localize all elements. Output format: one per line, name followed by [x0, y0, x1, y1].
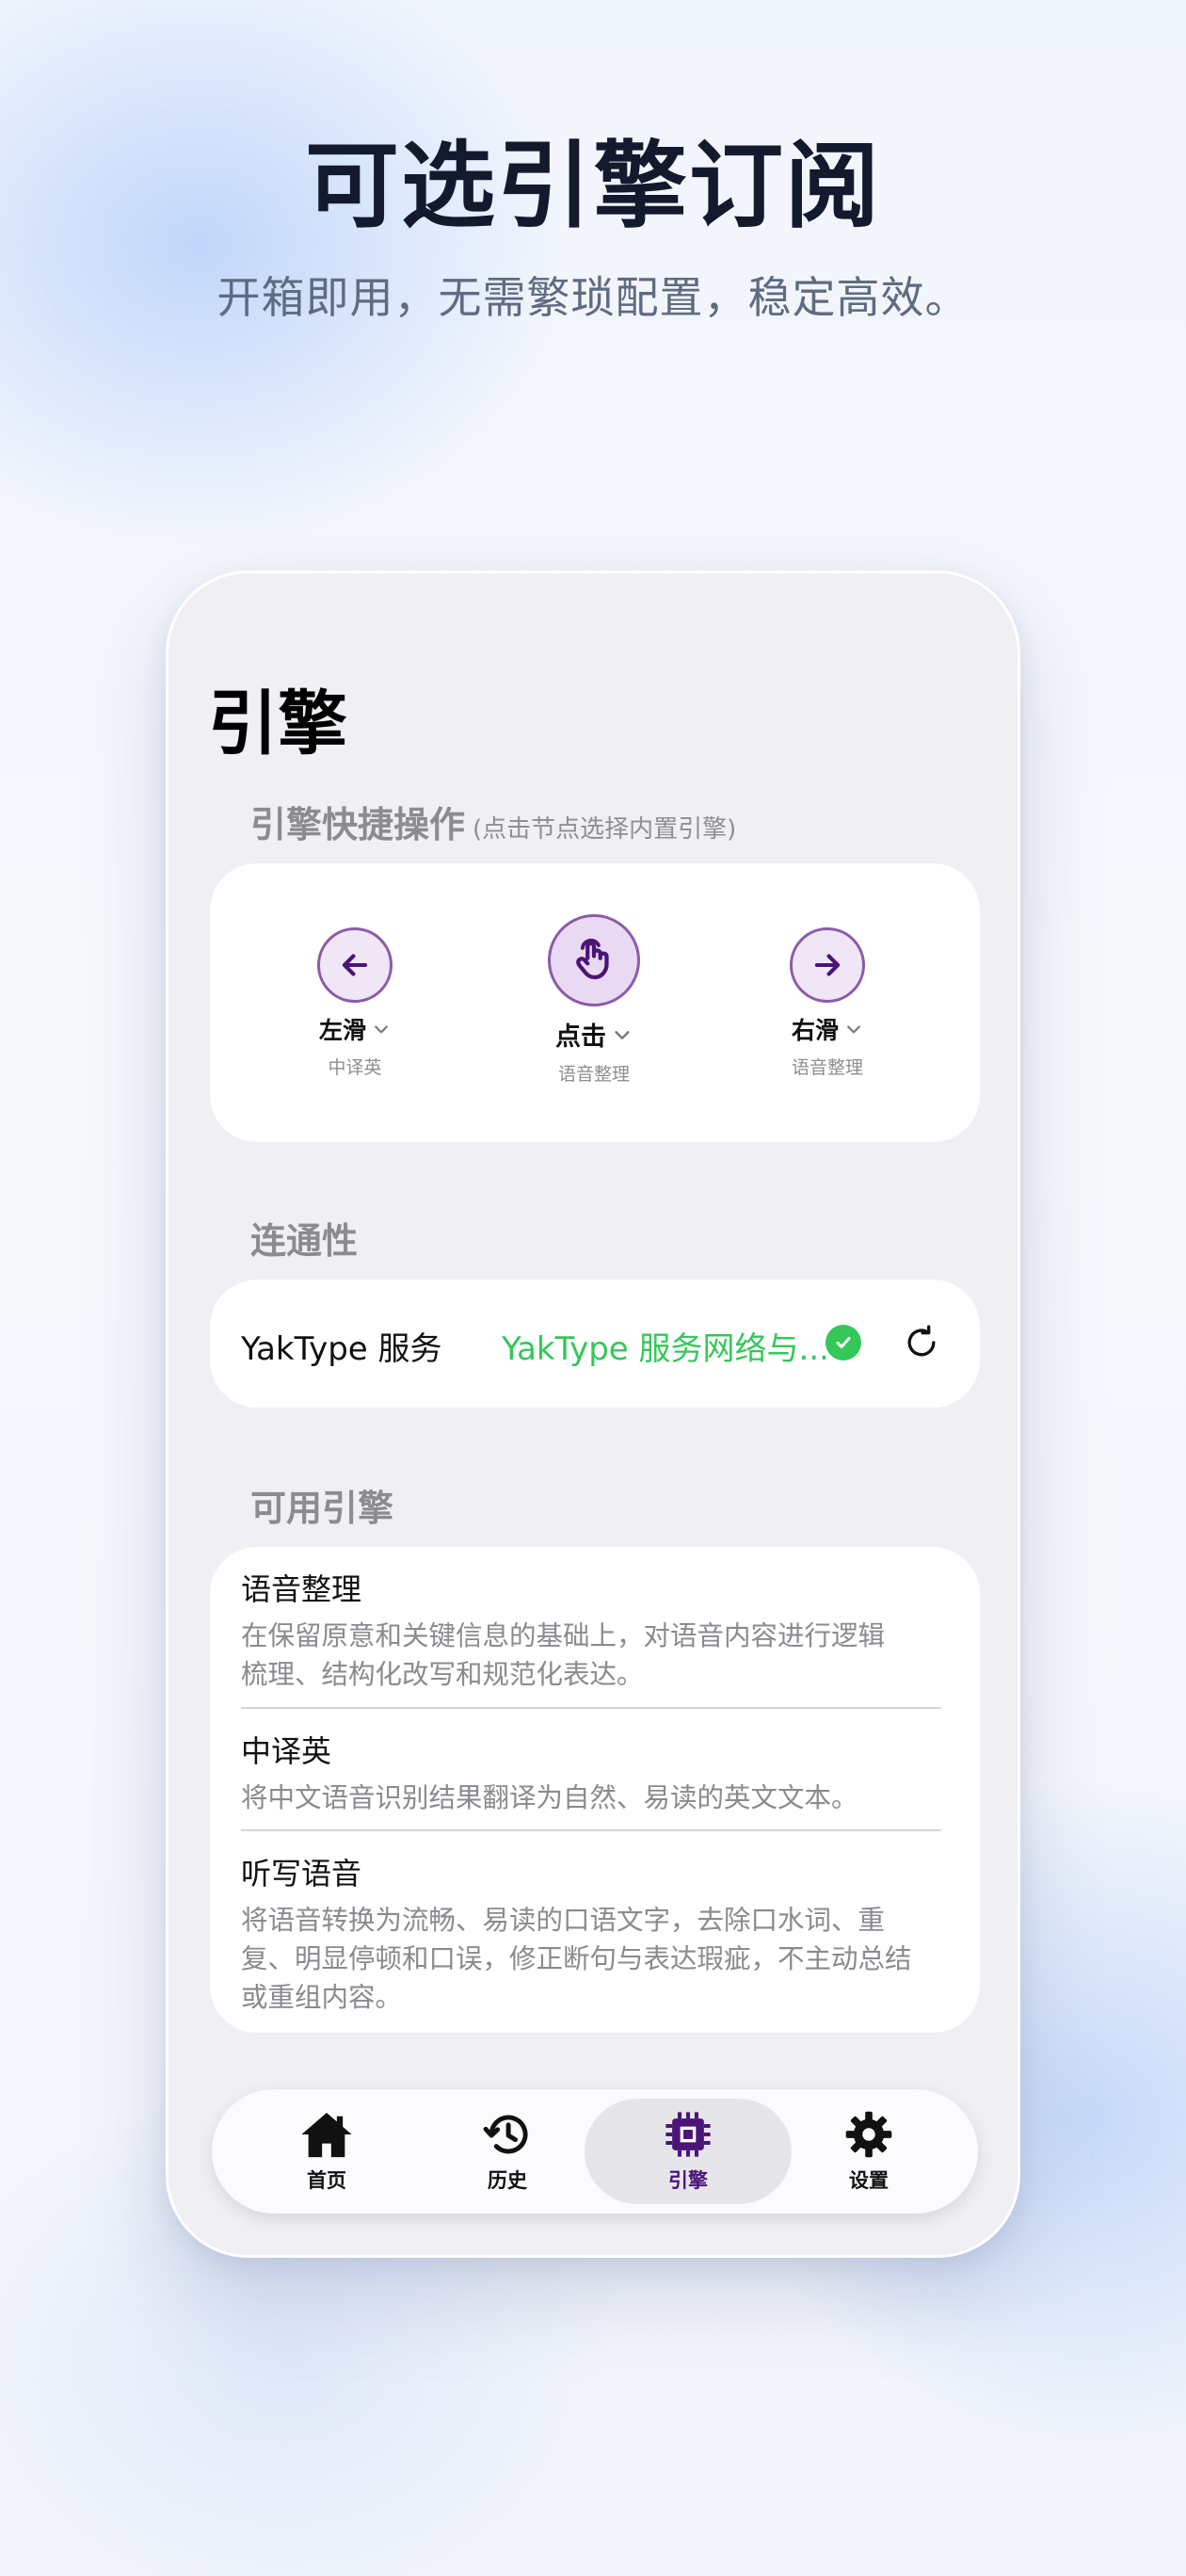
gesture-swipe-right[interactable]: 右滑 语音整理 [724, 927, 931, 1079]
engine-item[interactable]: 听写语音 将语音转换为流畅、易读的口语文字，去除口水词、重 复、明显停顿和口误，… [241, 1850, 956, 2017]
promo-subhead: 开箱即用，无需繁琐配置，稳定高效。 [216, 272, 970, 323]
tab-engine[interactable]: 引擎 [585, 2099, 792, 2204]
gesture-name-row: 左滑 [251, 1012, 458, 1046]
refresh-icon[interactable] [901, 1322, 942, 1363]
engine-description-line: 将语音转换为流畅、易读的口语文字，去除口水词、重 [241, 1905, 886, 1936]
tab-label: 首页 [307, 2169, 346, 2192]
gesture-tap[interactable]: 点击 语音整理 [490, 914, 697, 1086]
engine-description-line: 在保留原意和关键信息的基础上，对语音内容进行逻辑 [241, 1620, 886, 1651]
gestures-card: 左滑 中译英 点击 语音整理 右滑 语音整理 [210, 863, 980, 1142]
gesture-name: 右滑 [791, 1017, 839, 1044]
arrow-right-icon [790, 927, 865, 1003]
tab-label: 引擎 [668, 2169, 708, 2192]
service-name: YakType 服务 [241, 1330, 442, 1368]
gesture-name: 左滑 [318, 1017, 366, 1044]
connectivity-card: YakType 服务 YakType 服务网络与... [210, 1280, 980, 1408]
engine-description-line: 梳理、结构化改写和规范化表达。 [241, 1659, 644, 1690]
tap-hand-icon [548, 914, 640, 1006]
engine-name: 听写语音 [241, 1856, 362, 1892]
engine-item[interactable]: 中译英 将中文语音识别结果翻译为自然、易读的英文文本。 [241, 1728, 956, 1817]
divider [241, 1707, 941, 1709]
engine-description: 在保留原意和关键信息的基础上，对语音内容进行逻辑 梳理、结构化改写和规范化表达。 [241, 1617, 956, 1694]
tab-bar: 首页 历史 引擎 设置 [212, 2089, 978, 2214]
engines-card: 语音整理 在保留原意和关键信息的基础上，对语音内容进行逻辑 梳理、结构化改写和规… [210, 1547, 980, 2033]
arrow-left-icon [317, 927, 393, 1003]
tab-settings[interactable]: 设置 [765, 2099, 972, 2204]
gesture-name-row: 点击 [490, 1016, 697, 1053]
gesture-engine: 语音整理 [791, 1057, 863, 1078]
gesture-name-row: 右滑 [724, 1012, 931, 1046]
phone-frame: 引擎 引擎快捷操作 (点击节点选择内置引擎) 左滑 中译英 点击 语音整理 右滑… [166, 571, 1020, 2258]
tab-home[interactable]: 首页 [223, 2099, 430, 2204]
engine-description-line: 复、明显停顿和口误，修正断句与表达瑕疵，不主动总结 [241, 1943, 912, 1974]
divider [241, 1829, 941, 1831]
home-icon [301, 2113, 352, 2158]
gestures-section-title: 引擎快捷操作 (点击节点选择内置引擎) [250, 796, 736, 847]
gesture-swipe-left[interactable]: 左滑 中译英 [251, 927, 458, 1079]
connectivity-section-title: 连通性 [250, 1220, 359, 1262]
service-status: YakType 服务网络与... [502, 1330, 829, 1368]
gear-icon [845, 2111, 892, 2158]
chip-icon [665, 2112, 711, 2157]
engine-description: 将中文语音识别结果翻译为自然、易读的英文文本。 [241, 1779, 956, 1817]
engines-section-title: 可用引擎 [250, 1488, 394, 1529]
gesture-name: 点击 [555, 1022, 606, 1052]
chevron-down-icon [615, 1030, 630, 1039]
promo-headline: 可选引擎订阅 [305, 131, 881, 241]
gestures-section-label: 引擎快捷操作 [250, 804, 466, 845]
chevron-down-icon [375, 1025, 388, 1034]
tab-history[interactable]: 历史 [404, 2099, 611, 2204]
gesture-engine: 中译英 [328, 1057, 382, 1078]
gesture-engine: 语音整理 [557, 1064, 630, 1085]
engine-description: 将语音转换为流畅、易读的口语文字，去除口水词、重 复、明显停顿和口误，修正断句与… [241, 1901, 956, 2017]
engine-name: 中译英 [241, 1733, 332, 1769]
tab-label: 设置 [849, 2169, 889, 2192]
chevron-down-icon [847, 1025, 860, 1034]
page-title: 引擎 [208, 684, 347, 765]
engine-description-line: 或重组内容。 [241, 1982, 403, 2013]
history-icon [483, 2115, 528, 2154]
check-circle-icon [825, 1325, 861, 1360]
engine-description-line: 将中文语音识别结果翻译为自然、易读的英文文本。 [241, 1782, 858, 1813]
gestures-section-hint: (点击节点选择内置引擎) [473, 815, 737, 844]
tab-label: 历史 [488, 2169, 527, 2192]
engine-name: 语音整理 [241, 1571, 362, 1607]
engine-item[interactable]: 语音整理 在保留原意和关键信息的基础上，对语音内容进行逻辑 梳理、结构化改写和规… [241, 1566, 956, 1694]
